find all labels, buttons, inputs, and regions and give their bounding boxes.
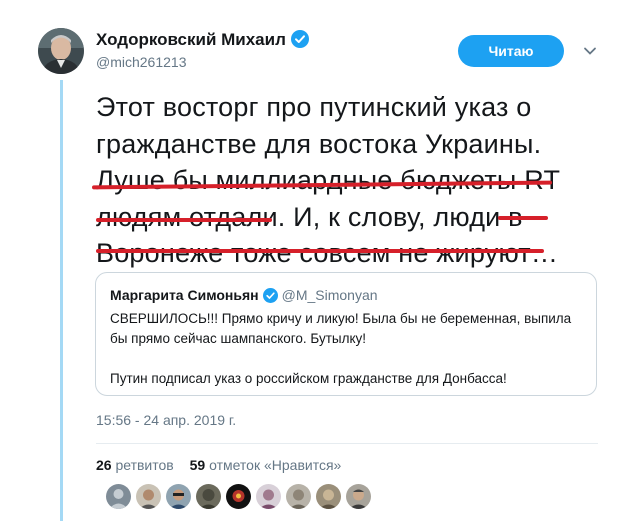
tweet-line: Этот восторг про путинский указ о	[96, 92, 532, 122]
quoted-text-line: СВЕРШИЛОСЬ!!! Прямо кричу и ликую! Была …	[110, 311, 572, 326]
retweet-count: 26	[96, 457, 112, 473]
liker-avatars	[106, 484, 371, 509]
quoted-author-name: Маргарита Симоньян	[110, 287, 259, 303]
chevron-down-icon[interactable]	[582, 43, 598, 59]
liker-avatar[interactable]	[286, 484, 311, 509]
liker-avatar[interactable]	[106, 484, 131, 509]
liker-avatar[interactable]	[346, 484, 371, 509]
quoted-text-line: бы прямо сейчас шампанского. Бутылку!	[110, 331, 367, 346]
liker-avatar[interactable]	[316, 484, 341, 509]
like-count: 59	[189, 457, 206, 473]
tweet-timestamp[interactable]: 15:56 - 24 апр. 2019 г.	[96, 412, 236, 428]
liker-avatar[interactable]	[226, 484, 251, 509]
liker-avatar[interactable]	[166, 484, 191, 509]
red-underline-mark	[96, 218, 272, 222]
like-label: отметок «Нравится»	[209, 457, 342, 473]
author-name[interactable]: Ходорковский Михаил	[96, 30, 309, 50]
tweet-line: Воронеже тоже совсем не жируют…	[96, 238, 559, 268]
verified-badge-icon	[262, 288, 278, 303]
liker-avatar[interactable]	[256, 484, 281, 509]
retweet-stat[interactable]: 26 ретвитов	[96, 457, 174, 473]
divider	[96, 443, 598, 444]
following-button[interactable]: Читаю	[458, 35, 564, 67]
quoted-tweet[interactable]: Маргарита Симоньян @M_Simonyan СВЕРШИЛОСЬ…	[95, 272, 597, 396]
red-underline-mark	[498, 216, 548, 220]
author-avatar[interactable]	[38, 28, 84, 74]
author-handle[interactable]: @mich261213	[96, 54, 187, 70]
engagement-stats: 26 ретвитов 59 отметок «Нравится»	[96, 457, 353, 473]
quoted-tweet-header: Маргарита Симоньян @M_Simonyan	[110, 287, 378, 303]
like-stat[interactable]: 59 отметок «Нравится»	[190, 457, 342, 473]
quoted-text-line: Путин подписал указ о российском граждан…	[110, 371, 507, 386]
thread-line	[60, 80, 63, 521]
tweet-line: гражданстве для востока Украины.	[96, 128, 542, 159]
verified-badge-icon	[290, 30, 309, 48]
retweet-label: ретвитов	[115, 457, 174, 473]
liker-avatar[interactable]	[136, 484, 161, 509]
liker-avatar[interactable]	[196, 484, 221, 509]
quoted-author-handle: @M_Simonyan	[281, 287, 378, 303]
red-underline-mark	[96, 249, 544, 253]
quoted-tweet-text: СВЕРШИЛОСЬ!!! Прямо кричу и ликую! Была …	[110, 309, 590, 389]
